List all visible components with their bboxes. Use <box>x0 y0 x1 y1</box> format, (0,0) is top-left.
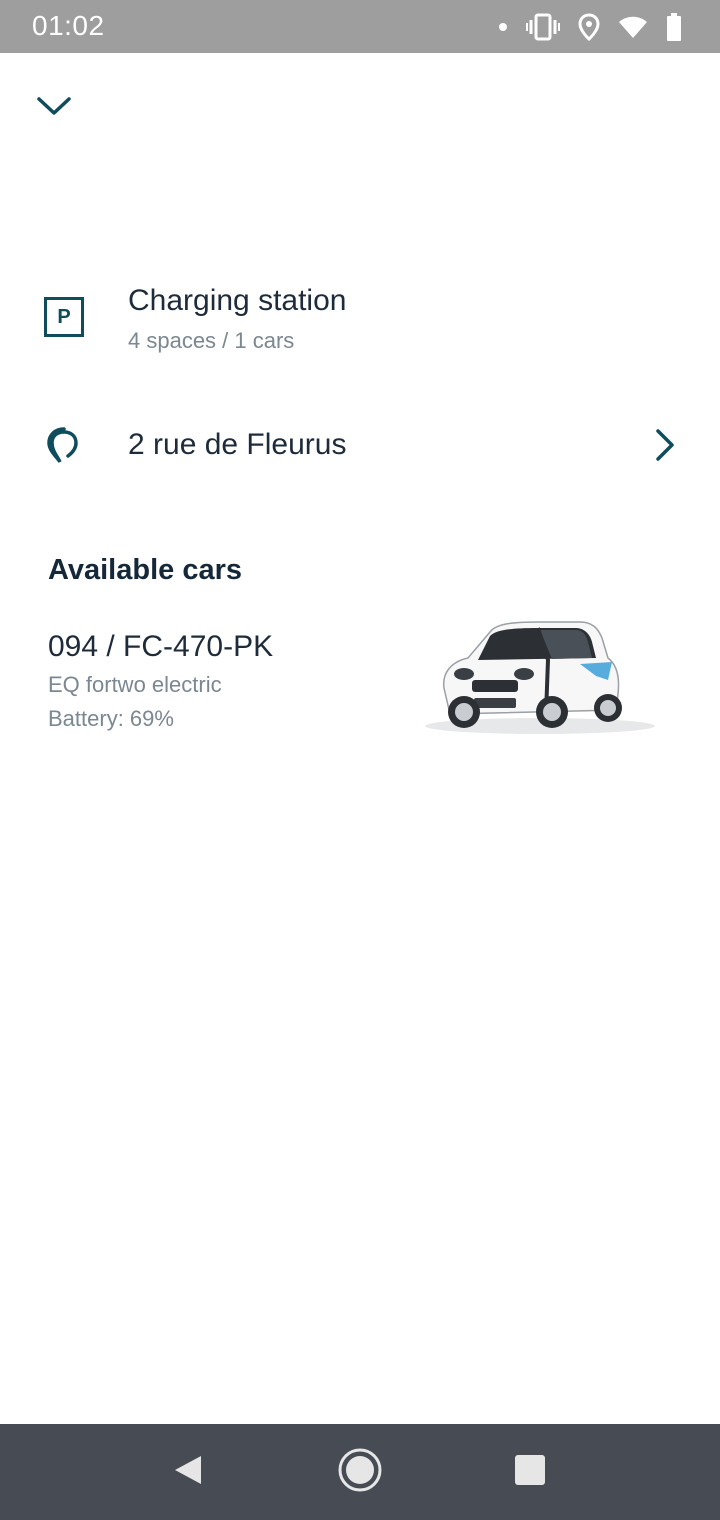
collapse-button[interactable] <box>30 88 78 128</box>
parking-icon: P <box>44 297 84 337</box>
chevron-right-icon[interactable] <box>654 428 676 467</box>
wifi-icon <box>618 15 648 39</box>
available-cars-heading: Available cars <box>48 554 242 586</box>
notification-dot-icon <box>498 22 508 32</box>
car-model: EQ fortwo electric <box>48 672 222 697</box>
back-button[interactable] <box>158 1444 218 1500</box>
address-row[interactable]: 2 rue de Fleurus <box>0 412 720 482</box>
station-info: P Charging station 4 spaces / 1 cars <box>0 280 720 360</box>
navigation-bar <box>0 1424 720 1520</box>
status-bar: 01:02 <box>0 0 720 53</box>
vibrate-icon <box>526 13 560 41</box>
recents-icon <box>514 1454 546 1491</box>
home-button[interactable] <box>330 1444 390 1500</box>
back-icon <box>173 1454 203 1491</box>
status-time: 01:02 <box>32 10 105 41</box>
location-pin-icon <box>46 426 82 471</box>
status-icons <box>498 12 682 42</box>
recents-button[interactable] <box>500 1444 560 1500</box>
car-battery: Battery: 69% <box>48 706 174 731</box>
car-list-item[interactable]: 094 / FC-470-PK EQ fortwo electric Batte… <box>0 610 720 750</box>
battery-icon <box>666 13 682 41</box>
car-plate: 094 / FC-470-PK <box>48 630 274 663</box>
chevron-down-icon <box>36 95 72 122</box>
location-icon <box>578 13 600 41</box>
station-title: Charging station <box>128 284 347 317</box>
address-text: 2 rue de Fleurus <box>128 428 347 461</box>
station-capacity: 4 spaces / 1 cars <box>128 328 295 353</box>
car-image <box>420 614 670 749</box>
home-icon <box>337 1447 383 1498</box>
